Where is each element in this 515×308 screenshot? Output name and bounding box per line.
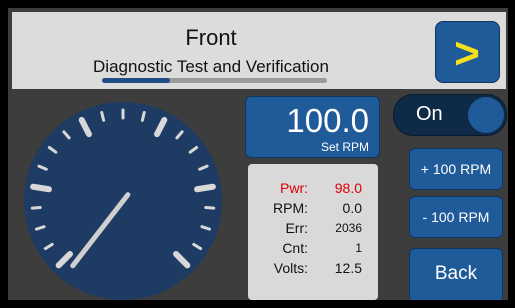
page-subtitle: Diagnostic Test and Verification — [93, 57, 329, 76]
gauge-major-tick — [30, 183, 52, 193]
stat-label: Volts: — [273, 260, 308, 276]
gauge-minor-tick — [204, 206, 216, 210]
stat-label: Err: — [285, 220, 308, 236]
stat-value: 2036 — [335, 221, 362, 235]
toggle-label: On — [416, 103, 443, 125]
gauge-major-tick — [194, 183, 216, 193]
rpm-gauge — [24, 102, 222, 300]
set-rpm-value: 100.0 — [286, 102, 369, 139]
stat-row: RPM: 0.0 — [248, 200, 378, 217]
progress-bar — [102, 78, 327, 83]
decrease-rpm-button[interactable]: - 100 RPM — [409, 196, 503, 238]
page-title: Front — [185, 25, 237, 50]
stat-value: 1 — [355, 241, 362, 255]
toggle-knob — [468, 97, 504, 133]
stat-row: Volts: 12.5 — [248, 260, 378, 277]
stat-row: Pwr: 98.0 — [248, 180, 378, 197]
stats-panel: Pwr: 98.0 RPM: 0.0 Err: 2036 Cnt: 1 Volts: 12.5 — [248, 164, 378, 300]
back-button[interactable]: Back — [409, 248, 503, 300]
progress-fill — [102, 78, 170, 83]
on-off-toggle[interactable]: On — [393, 94, 507, 136]
stat-label: Pwr: — [280, 180, 308, 196]
stat-value: 0.0 — [342, 200, 362, 216]
header-bar: Front Diagnostic Test and Verification > — [12, 12, 506, 89]
next-button[interactable]: > — [435, 21, 500, 83]
stat-value: 98.0 — [334, 180, 362, 196]
set-rpm-label: Set RPM — [320, 140, 369, 154]
gauge-minor-tick — [140, 111, 146, 122]
stat-row: Err: 2036 — [248, 220, 378, 237]
gauge-minor-tick — [100, 111, 106, 122]
stat-row: Cnt: 1 — [248, 240, 378, 257]
stat-value: 12.5 — [334, 260, 362, 276]
increase-rpm-button[interactable]: + 100 RPM — [409, 148, 503, 190]
stat-label: Cnt: — [282, 240, 308, 256]
gauge-minor-tick — [30, 206, 42, 210]
set-rpm-display[interactable]: 100.0 Set RPM — [245, 96, 380, 158]
next-arrow-glyph: > — [454, 29, 480, 78]
next-arrow-icon: > — [454, 29, 480, 78]
screen: Front Diagnostic Test and Verification >… — [8, 8, 508, 300]
stat-label: RPM: — [273, 200, 308, 216]
